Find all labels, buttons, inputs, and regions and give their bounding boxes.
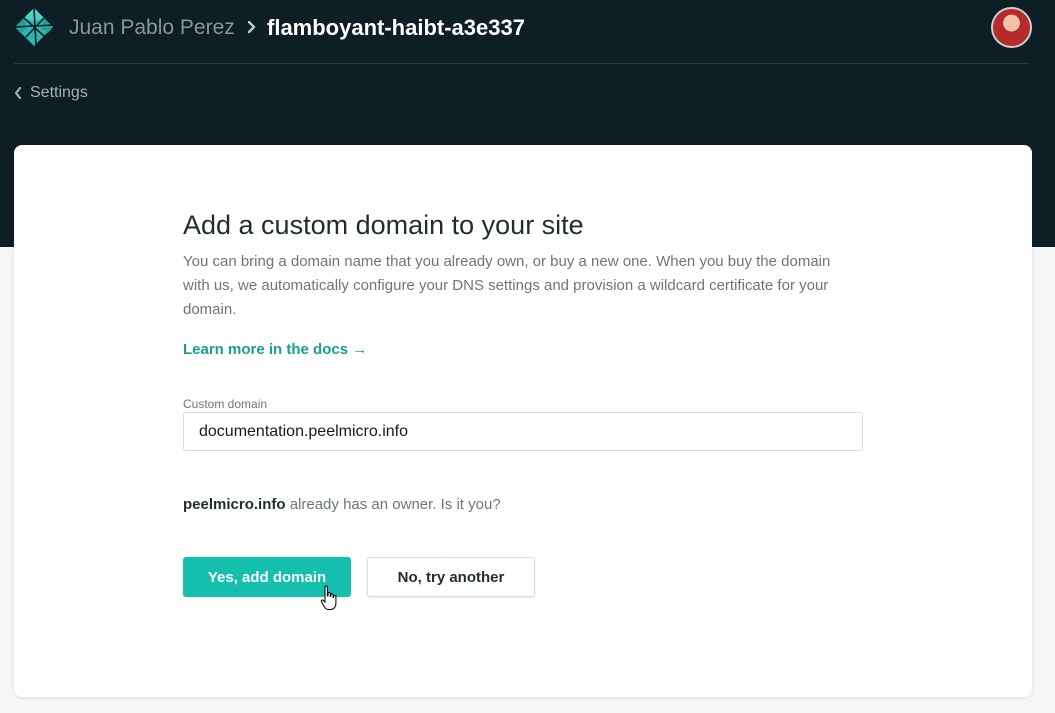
back-link-label: Settings	[30, 84, 88, 101]
card-title: Add a custom domain to your site	[183, 210, 584, 240]
chevron-left-icon	[14, 87, 22, 99]
hand-cursor-icon	[320, 585, 337, 611]
chevron-right-icon	[247, 20, 256, 34]
breadcrumb-site[interactable]: flamboyant-haibt-a3e337	[267, 14, 525, 42]
avatar[interactable]	[991, 7, 1032, 48]
custom-domain-input[interactable]	[183, 412, 863, 451]
breadcrumb-team[interactable]: Juan Pablo Perez	[69, 15, 235, 41]
top-header: Juan Pablo Perez flamboyant-haibt-a3e337	[0, 0, 1055, 64]
button-group: Yes, add domain No, try another	[183, 557, 863, 597]
custom-domain-label: Custom domain	[183, 397, 268, 411]
header-divider	[14, 63, 1029, 64]
card-description: You can bring a domain name that you alr…	[183, 253, 831, 318]
docs-link[interactable]: Learn more in the docs →	[183, 340, 367, 360]
no-try-another-button[interactable]: No, try another	[367, 557, 535, 597]
owner-domain: peelmicro.info	[183, 496, 286, 513]
owner-question: already has an owner. Is it you?	[285, 496, 501, 513]
netlify-logo-icon[interactable]	[14, 7, 54, 47]
owner-message: peelmicro.info already has an owner. Is …	[183, 495, 863, 515]
add-domain-card: Add a custom domain to your site You can…	[14, 145, 1032, 697]
back-to-settings-link[interactable]: Settings	[14, 83, 88, 103]
card-content: Add a custom domain to your site You can…	[183, 208, 863, 597]
